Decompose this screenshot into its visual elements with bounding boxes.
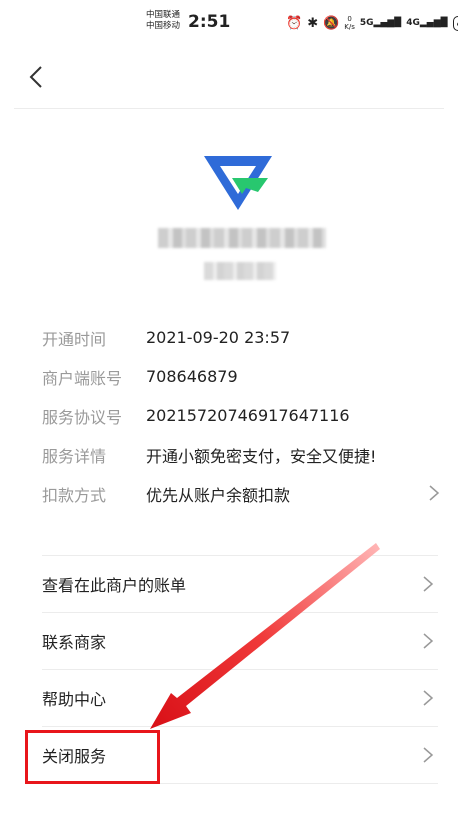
- annotation-highlight-box: [25, 730, 160, 784]
- menu-item-label: 帮助中心: [42, 690, 107, 709]
- signal-4g-icon: 4G▂▄▆█: [406, 18, 448, 28]
- chevron-right-icon: [423, 690, 434, 706]
- info-row-merchant-account: 商户端账号 708646879: [42, 357, 442, 396]
- chevron-right-icon: [423, 747, 434, 763]
- carrier-labels: 中国联通 中国移动: [146, 10, 180, 32]
- info-row-payment-method[interactable]: 扣款方式 优先从账户余额扣款: [42, 474, 442, 513]
- carrier-1: 中国联通: [146, 10, 181, 20]
- battery-icon: 45: [452, 15, 458, 31]
- info-label: 服务详情: [42, 446, 107, 466]
- alarm-icon: ⏰: [286, 15, 303, 31]
- chevron-right-icon: [423, 576, 434, 592]
- info-value: 708646879: [146, 367, 238, 386]
- info-value: 开通小额免密支付，安全又便捷!: [146, 446, 377, 466]
- merchant-subtitle-blurred: [204, 262, 276, 280]
- nav-divider: [14, 108, 444, 109]
- status-time: 2:51: [188, 12, 231, 32]
- chevron-right-icon: [423, 633, 434, 649]
- merchant-name-blurred: [158, 228, 326, 248]
- info-value: 20215720746917647116: [146, 406, 350, 425]
- menu-item-contact-merchant[interactable]: 联系商家: [42, 613, 438, 669]
- signal-5g-icon: 5G▂▄▆█: [359, 18, 402, 28]
- back-arrow-icon[interactable]: [24, 64, 50, 90]
- status-bar: 中国联通 中国移动 2:51 ⏰ ✱ 🔕 0 K/s 5G▂▄▆█ 4G▂▄▆█…: [0, 0, 458, 46]
- service-info: 开通时间 2021-09-20 23:57 商户端账号 708646879 服务…: [42, 318, 442, 513]
- mute-icon: 🔕: [323, 15, 340, 31]
- nav-bar: [0, 46, 458, 108]
- info-row-agreement-number: 服务协议号 20215720746917647116: [42, 396, 442, 435]
- menu-item-label: 联系商家: [42, 633, 107, 652]
- info-label: 扣款方式: [42, 485, 107, 505]
- bluetooth-icon: ✱: [307, 15, 319, 31]
- carrier-2: 中国移动: [146, 21, 181, 31]
- info-row-service-details: 服务详情 开通小额免密支付，安全又便捷!: [42, 435, 442, 474]
- info-row-open-time: 开通时间 2021-09-20 23:57: [42, 318, 442, 357]
- merchant-logo: [204, 156, 272, 210]
- info-label: 服务协议号: [42, 407, 123, 427]
- info-label: 开通时间: [42, 329, 107, 349]
- info-value: 优先从账户余额扣款: [146, 485, 291, 505]
- info-value: 2021-09-20 23:57: [146, 328, 291, 347]
- chevron-right-icon: [429, 485, 440, 501]
- menu-item-help-center[interactable]: 帮助中心: [42, 670, 438, 726]
- status-icons: ⏰ ✱ 🔕 0 K/s 5G▂▄▆█ 4G▂▄▆█ 45: [286, 13, 458, 33]
- net-speed: 0 K/s: [344, 15, 355, 31]
- menu-item-label: 查看在此商户的账单: [42, 576, 187, 595]
- info-label: 商户端账号: [42, 368, 123, 388]
- menu-item-view-bills[interactable]: 查看在此商户的账单: [42, 556, 438, 612]
